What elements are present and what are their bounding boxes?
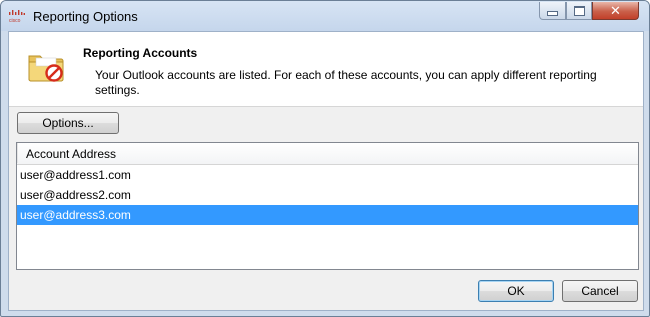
minimize-icon	[547, 11, 558, 16]
close-icon: ✕	[610, 2, 621, 18]
cancel-button[interactable]: Cancel	[562, 280, 638, 302]
maximize-icon	[573, 5, 585, 16]
accounts-list[interactable]: Account Address user@address1.com user@a…	[16, 142, 639, 270]
window-title: Reporting Options	[33, 9, 138, 24]
folder-no-entry-icon	[28, 55, 64, 82]
column-separator	[17, 143, 18, 163]
header-description: Your Outlook accounts are listed. For ea…	[95, 68, 597, 97]
svg-text:cisco: cisco	[9, 18, 21, 23]
header-panel: Reporting Accounts Your Outlook accounts…	[9, 32, 643, 107]
list-item[interactable]: user@address2.com	[17, 185, 638, 205]
minimize-button[interactable]	[539, 2, 566, 20]
header-title: Reporting Accounts	[83, 46, 198, 60]
ok-button[interactable]: OK	[478, 280, 554, 302]
list-item[interactable]: user@address1.com	[17, 165, 638, 185]
list-header: Account Address	[17, 143, 638, 165]
column-header-account-address[interactable]: Account Address	[26, 147, 116, 161]
reporting-options-window: cisco Reporting Options ✕ Reporting Acco…	[0, 0, 650, 317]
title-bar[interactable]: cisco Reporting Options ✕	[1, 1, 649, 31]
maximize-button[interactable]	[566, 2, 592, 20]
cisco-logo-icon: cisco	[9, 10, 25, 23]
list-item-selected[interactable]: user@address3.com	[17, 205, 638, 225]
options-button[interactable]: Options...	[17, 112, 119, 134]
dialog-client-area: Reporting Accounts Your Outlook accounts…	[8, 31, 644, 311]
close-button[interactable]: ✕	[592, 2, 639, 20]
